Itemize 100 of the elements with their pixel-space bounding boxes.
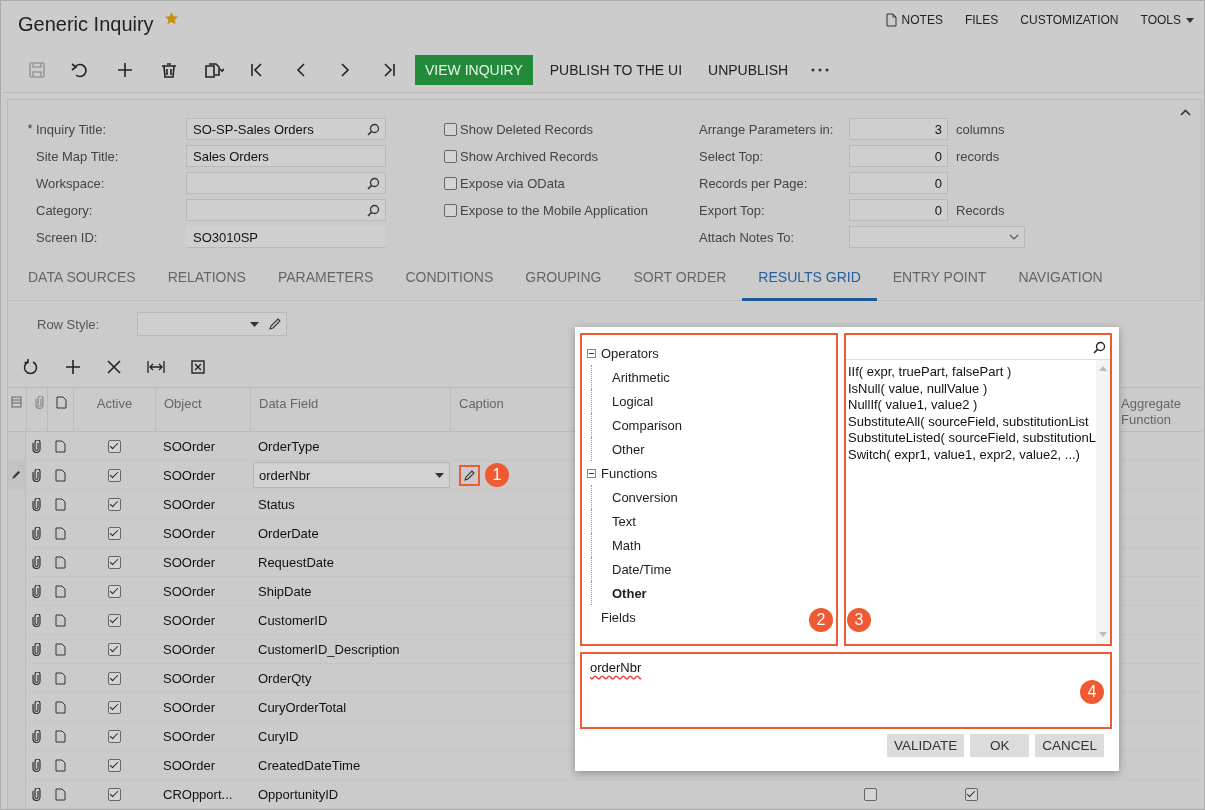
tab[interactable]: DATA SOURCES [8, 256, 152, 301]
checkbox[interactable] [107, 497, 121, 511]
checkbox[interactable] [107, 526, 121, 540]
tab[interactable]: NAVIGATION [1002, 256, 1119, 301]
note-icon[interactable] [54, 555, 66, 569]
checkbox[interactable] [107, 700, 121, 714]
header-link[interactable]: NOTES [874, 13, 954, 27]
expression-field[interactable]: orderNbr 4 [580, 652, 1112, 729]
tab[interactable]: ENTRY POINT [876, 256, 1003, 301]
number-field[interactable]: 0 [849, 199, 948, 221]
select-field[interactable] [137, 312, 287, 336]
checkbox-option[interactable]: Expose to the Mobile Application [444, 198, 699, 222]
note-icon[interactable] [54, 729, 66, 743]
paperclip-icon[interactable] [32, 729, 41, 743]
tree-item[interactable]: Fields [601, 609, 636, 625]
function-item[interactable]: SubstituteListed( sourceField, substitutionL [848, 430, 1096, 447]
tree-item[interactable]: Date/Time [612, 561, 672, 577]
note-icon[interactable] [54, 468, 66, 482]
note-icon[interactable] [54, 758, 66, 772]
star-icon[interactable] [163, 11, 179, 26]
paperclip-icon[interactable] [32, 468, 41, 482]
dialog-button[interactable]: OK [970, 734, 1030, 757]
paperclip-icon[interactable] [32, 555, 41, 569]
tree-item[interactable]: Math [612, 537, 641, 553]
checkbox[interactable] [107, 729, 121, 743]
paperclip-icon[interactable] [32, 671, 41, 685]
tab[interactable]: PARAMETERS [261, 256, 390, 301]
checkbox-option[interactable]: Show Deleted Records [444, 117, 699, 141]
paperclip-icon[interactable] [32, 584, 41, 598]
pencil-icon[interactable] [459, 464, 480, 486]
more-icon[interactable] [811, 67, 830, 72]
checkbox-option[interactable]: Show Archived Records [444, 144, 699, 168]
checkbox[interactable] [964, 787, 978, 801]
header-link[interactable]: TOOLS [1129, 13, 1204, 27]
column-header[interactable]: Active [73, 388, 155, 431]
lookup-field[interactable] [186, 199, 386, 221]
checkbox[interactable] [107, 555, 121, 569]
paperclip-icon[interactable] [32, 497, 41, 511]
lookup-field[interactable]: SO-SP-Sales Orders [186, 118, 386, 140]
paperclip-icon[interactable] [32, 758, 41, 772]
text-field[interactable]: Sales Orders [186, 145, 386, 167]
column-header[interactable]: Data Field [250, 388, 450, 431]
tab[interactable]: SORT ORDER [617, 256, 743, 301]
dialog-button[interactable]: CANCEL [1035, 734, 1104, 757]
paperclip-icon[interactable] [32, 787, 41, 801]
dialog-button[interactable]: VALIDATE [886, 734, 965, 757]
function-item[interactable]: NullIf( value1, value2 ) [848, 397, 1096, 414]
note-icon[interactable] [54, 584, 66, 598]
function-item[interactable]: IIf( expr, truePart, falsePart ) [848, 364, 1096, 381]
tree-item[interactable]: Other [612, 441, 645, 457]
paperclip-icon[interactable] [32, 700, 41, 714]
checkbox[interactable] [107, 468, 121, 482]
function-item[interactable]: IsNull( value, nullValue ) [848, 380, 1096, 397]
add-icon[interactable] [65, 359, 81, 375]
column-header[interactable]: Object [155, 388, 250, 431]
note-icon[interactable] [54, 700, 66, 714]
checkbox-option[interactable]: Expose via OData [444, 171, 699, 195]
header-link[interactable]: FILES [953, 13, 1010, 27]
checkbox[interactable] [107, 787, 121, 801]
paperclip-icon[interactable] [32, 526, 41, 540]
collapse-icon[interactable] [587, 468, 596, 478]
note-icon[interactable] [54, 439, 66, 453]
paperclip-icon[interactable] [32, 613, 41, 627]
note-icon[interactable] [54, 526, 66, 540]
lookup-field[interactable] [186, 172, 386, 194]
close-icon[interactable] [107, 360, 121, 374]
note-icon[interactable] [54, 787, 66, 801]
collapse-icon[interactable] [587, 348, 596, 358]
tab[interactable]: CONDITIONS [389, 256, 510, 301]
collapse-icon[interactable] [1180, 109, 1191, 116]
checkbox[interactable] [107, 584, 121, 598]
toolbar-button[interactable]: PUBLISH TO THE UI [540, 54, 692, 85]
tree-item[interactable]: Arithmetic [612, 369, 670, 385]
note-icon[interactable] [54, 642, 66, 656]
note-icon[interactable] [54, 613, 66, 627]
tree-item[interactable]: Functions [601, 465, 658, 481]
tab[interactable]: GROUPING [509, 256, 618, 301]
checkbox[interactable] [107, 439, 121, 453]
fit-width-icon[interactable] [147, 360, 165, 374]
select-field[interactable] [849, 226, 1025, 248]
checkbox[interactable] [107, 613, 121, 627]
data-field-dropdown[interactable]: orderNbr [253, 462, 450, 488]
function-item[interactable]: Switch( expr1, value1, expr2, value2, ...) [848, 446, 1096, 463]
refresh-icon[interactable] [23, 359, 39, 375]
note-icon[interactable] [54, 497, 66, 511]
number-field[interactable]: 0 [849, 172, 948, 194]
checkbox[interactable] [107, 671, 121, 685]
checkbox[interactable] [107, 758, 121, 772]
tree-item[interactable]: Text [612, 513, 636, 529]
paperclip-icon[interactable] [32, 642, 41, 656]
tree-item[interactable]: Operators [601, 345, 659, 361]
checkbox[interactable] [863, 787, 877, 801]
pencil-icon[interactable] [268, 317, 282, 331]
checkbox[interactable] [107, 642, 121, 656]
tree-item[interactable]: Conversion [612, 489, 678, 505]
toolbar-button[interactable]: UNPUBLISH [699, 54, 798, 85]
paperclip-icon[interactable] [32, 439, 41, 453]
tab[interactable]: RELATIONS [151, 256, 262, 301]
number-field[interactable]: 3 [849, 118, 948, 140]
number-field[interactable]: 0 [849, 145, 948, 167]
